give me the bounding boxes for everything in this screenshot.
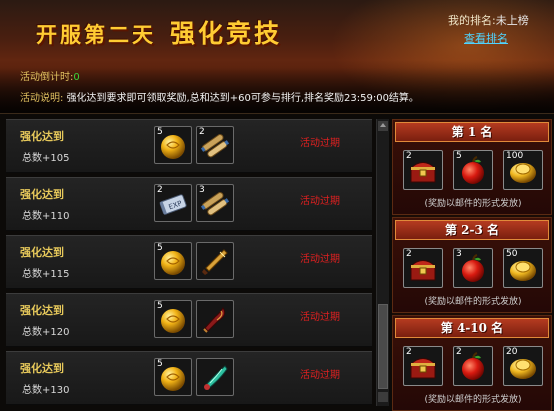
scroll-up-button[interactable]: [378, 121, 388, 131]
task-title: 强化达到: [20, 246, 64, 259]
rank-tier-note: (奖励以邮件的形式发放): [424, 297, 522, 307]
rank-reward-slot[interactable]: 2: [403, 346, 443, 386]
view-rank-link[interactable]: 查看排名: [464, 30, 508, 46]
reward-slot[interactable]: 5: [154, 358, 192, 396]
countdown: 活动倒计时:0: [20, 68, 80, 83]
task-row: 强化达到总数+120 5 活动过期: [6, 293, 372, 347]
task-row: 强化达到总数+115 5 活动过期: [6, 235, 372, 289]
countdown-label: 活动倒计时:: [20, 72, 74, 83]
banner-shadow: [0, 60, 554, 113]
rank-reward-slot[interactable]: 3: [453, 248, 493, 288]
rank-reward-count: 3: [456, 249, 462, 259]
reward-slot[interactable]: 5: [154, 242, 192, 280]
rank-reward-count: 5: [456, 151, 462, 161]
event-title-day: 开服第二天: [36, 22, 156, 47]
rank-reward-count: 2: [406, 249, 412, 259]
task-total: 总数+120: [22, 327, 70, 338]
reward-slot[interactable]: 3: [196, 184, 234, 222]
reward-slot[interactable]: 2: [196, 126, 234, 164]
task-title: 强化达到: [20, 304, 64, 317]
description-text: 强化达到要求即可领取奖励,总和达到+60可参与排行,排名奖励23:59:00结算…: [66, 93, 419, 104]
reward-count: 2: [199, 127, 205, 137]
task-title: 强化达到: [20, 362, 64, 375]
my-rank: 我的排名:未上榜: [448, 12, 529, 28]
task-list: 强化达到 总数+105 5 2 活动过期 强化达到 总数+110 EXP 2 3 活动过期 强化达到总…: [6, 119, 372, 406]
rank-reward-slot[interactable]: 100: [503, 150, 543, 190]
rank-reward-slot[interactable]: 20: [503, 346, 543, 386]
rank-tier-note: (奖励以邮件的形式发放): [424, 199, 522, 209]
task-status-expired: 活动过期: [300, 370, 340, 381]
task-row: 强化达到总数+110 EXP 2 3 活动过期: [6, 177, 372, 231]
rank-rewards-panel: 第 1 名 2 5 100 (奖励以邮件的形式发放) 第 2-3 名 2 3 50 (奖励以邮件的…: [392, 119, 552, 411]
reward-count: 5: [157, 127, 163, 137]
task-title: 强化达到: [20, 130, 64, 143]
countdown-value: 0: [73, 72, 80, 83]
rank-reward-count: 20: [506, 347, 518, 357]
rank-tier: 第 2-3 名 2 3 50 (奖励以邮件的形式发放): [392, 217, 552, 313]
task-status-expired: 活动过期: [300, 196, 340, 207]
reward-count: 2: [157, 185, 163, 195]
rank-reward-slot[interactable]: 50: [503, 248, 543, 288]
task-total: 总数+115: [22, 269, 70, 280]
description-label: 活动说明:: [20, 93, 64, 104]
task-status-expired: 活动过期: [300, 138, 340, 149]
task-total: 总数+105: [22, 153, 70, 164]
event-title-name: 强化竞技: [170, 19, 283, 48]
task-row: 强化达到总数+130 5 活动过期: [6, 351, 372, 405]
task-row: 强化达到总数+105 5 2 活动过期: [6, 119, 372, 173]
scroll-down-button[interactable]: [378, 392, 388, 402]
reward-count: 3: [199, 185, 205, 195]
task-total: 总数+110: [22, 211, 70, 222]
event-description: 活动说明: 强化达到要求即可领取奖励,总和达到+60可参与排行,排名奖励23:5…: [20, 89, 419, 104]
my-rank-label: 我的排名:: [448, 14, 496, 27]
task-total: 总数+130: [22, 385, 70, 396]
reward-count: 5: [157, 301, 163, 311]
rank-tier-note: (奖励以邮件的形式发放): [424, 395, 522, 405]
reward-count: 5: [157, 359, 163, 369]
reward-slot[interactable]: [196, 242, 234, 280]
task-title: 强化达到: [20, 188, 64, 201]
rank-reward-slot[interactable]: 2: [403, 150, 443, 190]
rank-reward-count: 2: [406, 151, 412, 161]
rank-reward-count: 2: [406, 347, 412, 357]
rank-tier-header: 第 1 名: [395, 122, 549, 142]
task-status-expired: 活动过期: [300, 312, 340, 323]
rank-reward-count: 2: [456, 347, 462, 357]
task-list-scrollbar[interactable]: [376, 119, 389, 406]
rank-reward-slot[interactable]: 5: [453, 150, 493, 190]
task-status-expired: 活动过期: [300, 254, 340, 265]
rank-tier: 第 1 名 2 5 100 (奖励以邮件的形式发放): [392, 119, 552, 215]
rank-reward-count: 50: [506, 249, 518, 259]
reward-slot[interactable]: 5: [154, 300, 192, 338]
reward-slot[interactable]: 5: [154, 126, 192, 164]
reward-slot[interactable]: EXP 2: [154, 184, 192, 222]
rank-tier: 第 4-10 名 2 2 20 (奖励以邮件的形式发放): [392, 315, 552, 411]
rank-reward-slot[interactable]: 2: [453, 346, 493, 386]
rank-tier-header: 第 2-3 名: [395, 220, 549, 240]
my-rank-value: 未上榜: [495, 14, 529, 27]
rank-tier-header: 第 4-10 名: [395, 318, 549, 338]
reward-slot[interactable]: [196, 300, 234, 338]
rank-reward-slot[interactable]: 2: [403, 248, 443, 288]
event-banner: 开服第二天 强化竞技 我的排名:未上榜 查看排名 活动倒计时:0 活动说明: 强化…: [0, 0, 554, 114]
rank-reward-count: 100: [506, 151, 524, 161]
reward-count: 5: [157, 243, 163, 253]
reward-slot[interactable]: [196, 358, 234, 396]
scroll-thumb[interactable]: [378, 304, 388, 389]
event-title: 开服第二天 强化竞技: [36, 14, 282, 50]
